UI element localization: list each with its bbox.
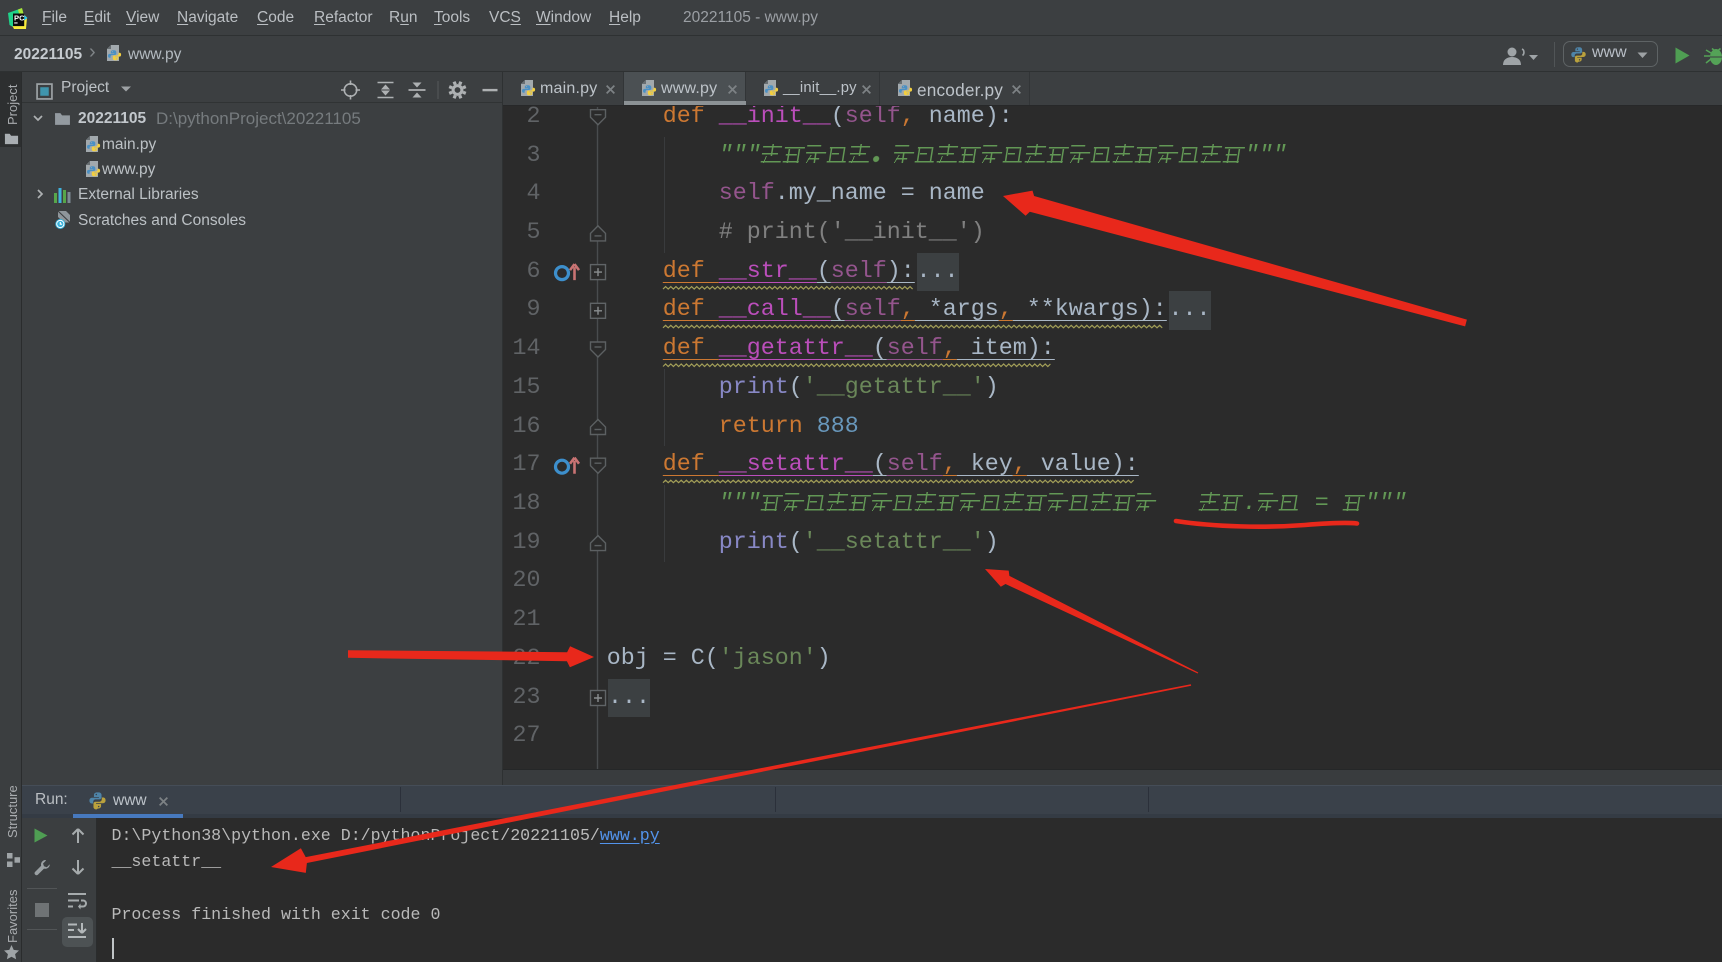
svg-text:PC: PC xyxy=(14,14,25,23)
